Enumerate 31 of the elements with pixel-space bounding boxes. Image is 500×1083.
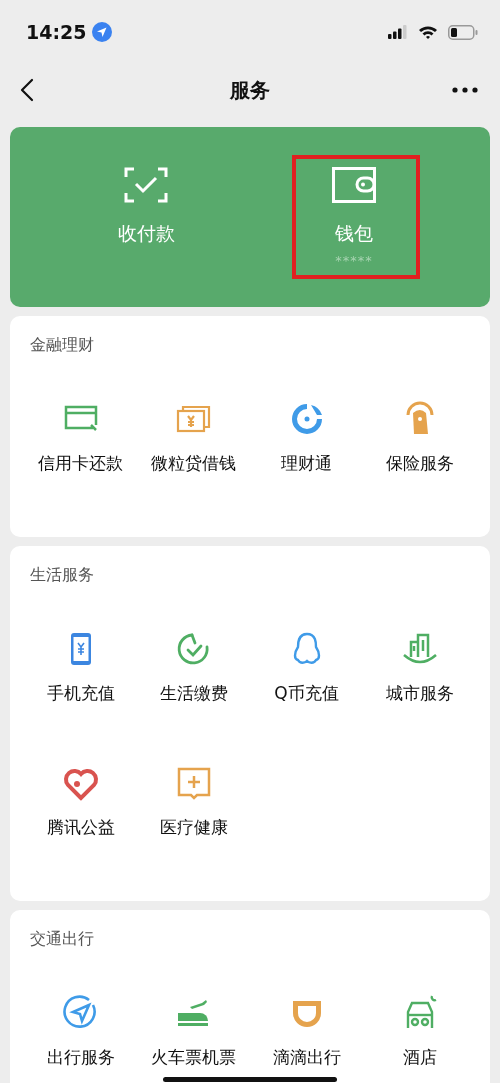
- signal-icon: [388, 25, 408, 39]
- service-item[interactable]: 保险服务: [363, 401, 476, 473]
- section-title: 生活服务: [29, 564, 95, 586]
- service-item[interactable]: Q币充值: [250, 631, 363, 703]
- service-item[interactable]: 理财通: [250, 401, 363, 473]
- status-time: 14:25: [26, 21, 87, 43]
- service-item[interactable]: 滴滴出行: [250, 995, 363, 1067]
- compass-icon: [62, 995, 99, 1031]
- scan-check-icon: [124, 167, 168, 203]
- service-item[interactable]: 医疗健康: [137, 765, 250, 837]
- battery-icon: [448, 24, 478, 40]
- service-item[interactable]: 信用卡还款: [24, 401, 137, 473]
- service-item[interactable]: 腾讯公益: [24, 765, 137, 837]
- wallet-icon: [332, 167, 376, 203]
- service-item[interactable]: 火车票机票: [137, 995, 250, 1067]
- more-icon[interactable]: [452, 87, 478, 93]
- page-title: 服务: [230, 76, 270, 104]
- section-title: 交通出行: [29, 928, 95, 950]
- pay-label: 收付款: [117, 221, 175, 246]
- service-item[interactable]: 酒店: [363, 995, 476, 1067]
- service-item[interactable]: 生活缴费: [137, 631, 250, 703]
- service-item[interactable]: 手机充值: [24, 631, 137, 703]
- masked-balance: *****: [335, 253, 373, 268]
- section-title: 金融理财: [29, 334, 95, 356]
- medical-box-icon: [175, 765, 212, 801]
- wifi-icon: [418, 24, 438, 40]
- service-item[interactable]: 微粒贷借钱: [137, 401, 250, 473]
- wallet-label: 钱包: [335, 221, 373, 246]
- service-item[interactable]: 城市服务: [363, 631, 476, 703]
- service-item[interactable]: 出行服务: [24, 995, 137, 1067]
- back-icon[interactable]: [20, 78, 34, 102]
